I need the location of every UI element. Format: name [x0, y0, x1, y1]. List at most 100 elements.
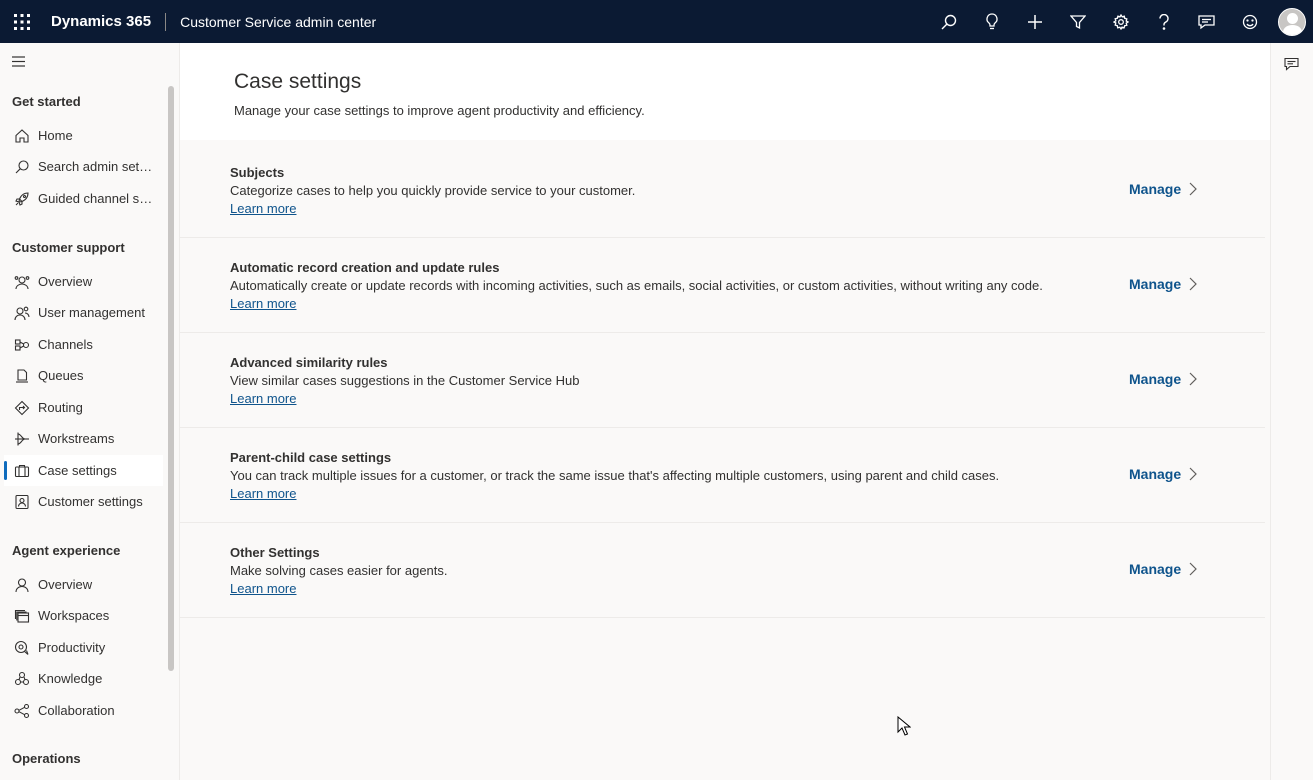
- sidebar-item-collaboration[interactable]: Collaboration: [4, 695, 163, 726]
- setting-title: Other Settings: [230, 545, 320, 560]
- chevron-right-icon: [1189, 467, 1197, 481]
- search-button[interactable]: [927, 0, 970, 43]
- brand-name[interactable]: Dynamics 365: [51, 13, 151, 30]
- waffle-icon: [13, 13, 30, 30]
- person-icon: [4, 577, 38, 593]
- manage-button[interactable]: Manage: [1129, 466, 1197, 482]
- new-button[interactable]: [1013, 0, 1056, 43]
- sidebar-item-label: Overview: [38, 274, 93, 289]
- sidebar-item-label: Search admin setti...: [38, 159, 153, 174]
- setting-row-automatic-record-creation: Automatic record creation and update rul…: [180, 238, 1265, 333]
- manage-button[interactable]: Manage: [1129, 276, 1197, 292]
- users-icon: [4, 305, 38, 321]
- setting-description: View similar cases suggestions in the Cu…: [230, 373, 580, 388]
- plus-icon: [1027, 14, 1042, 29]
- sidebar-item-label: Routing: [38, 400, 83, 415]
- sidebar-item-label: Workspaces: [38, 608, 110, 623]
- page-title: Case settings: [234, 70, 362, 93]
- learn-more-link[interactable]: Learn more: [230, 391, 296, 406]
- manage-button[interactable]: Manage: [1129, 561, 1197, 577]
- search-icon: [4, 159, 38, 175]
- sidebar-item-home[interactable]: Home: [4, 120, 163, 151]
- manage-label: Manage: [1129, 466, 1182, 482]
- setting-description: Make solving cases easier for agents.: [230, 563, 448, 578]
- sidebar-item-knowledge[interactable]: Knowledge: [4, 663, 163, 694]
- chat-icon: [1198, 14, 1215, 29]
- help-button[interactable]: [1142, 0, 1185, 43]
- home-icon: [4, 128, 38, 144]
- sidebar-item-label: Home: [38, 128, 73, 143]
- sidebar-item-label: Case settings: [38, 463, 117, 478]
- queue-icon: [4, 368, 38, 384]
- feedback-button[interactable]: [1228, 0, 1271, 43]
- sidebar-item-label: Collaboration: [38, 703, 115, 718]
- sidebar-item-channels[interactable]: Channels: [4, 329, 163, 360]
- learn-more-link[interactable]: Learn more: [230, 296, 296, 311]
- chat-button[interactable]: [1185, 0, 1228, 43]
- filter-button[interactable]: [1056, 0, 1099, 43]
- sidebar-item-workspaces[interactable]: Workspaces: [4, 600, 163, 631]
- channels-icon: [4, 337, 38, 353]
- sidebar-item-label: User management: [38, 305, 145, 320]
- setting-row-advanced-similarity: Advanced similarity rules View similar c…: [180, 333, 1265, 428]
- settings-button[interactable]: [1099, 0, 1142, 43]
- header-divider: [165, 12, 167, 31]
- manage-label: Manage: [1129, 561, 1182, 577]
- chevron-right-icon: [1189, 372, 1197, 386]
- setting-title: Subjects: [230, 165, 285, 180]
- setting-description: Categorize cases to help you quickly pro…: [230, 183, 636, 198]
- sidebar-item-label: Workstreams: [38, 431, 115, 446]
- sidebar-item-agent-overview[interactable]: Overview: [4, 569, 163, 600]
- sidebar-item-productivity[interactable]: Productivity: [4, 632, 163, 663]
- nav-group-customer-support: Customer support: [12, 240, 125, 255]
- sidebar-item-case-settings[interactable]: Case settings: [4, 455, 163, 486]
- setting-description: Automatically create or update records w…: [230, 278, 1043, 293]
- overview-icon: [4, 274, 38, 290]
- app-name[interactable]: Customer Service admin center: [180, 14, 376, 30]
- learn-more-link[interactable]: Learn more: [230, 201, 296, 216]
- setting-description: You can track multiple issues for a cust…: [230, 468, 1000, 483]
- chevron-right-icon: [1189, 277, 1197, 291]
- chat-icon: [1284, 57, 1299, 71]
- sidebar: Get started Home Search admin setti... G…: [0, 43, 180, 780]
- sidebar-item-workstreams[interactable]: Workstreams: [4, 423, 163, 454]
- manage-label: Manage: [1129, 181, 1182, 197]
- lightbulb-icon: [985, 13, 998, 30]
- setting-row-other-settings: Other Settings Make solving cases easier…: [180, 523, 1265, 618]
- setting-title: Advanced similarity rules: [230, 355, 388, 370]
- header-actions: [927, 0, 1313, 43]
- setting-row-parent-child: Parent-child case settings You can track…: [180, 428, 1265, 523]
- top-bar: Dynamics 365 Customer Service admin cent…: [0, 0, 1313, 43]
- conversation-pane-button[interactable]: [1284, 57, 1299, 76]
- sidebar-scrollbar[interactable]: [168, 86, 174, 671]
- sidebar-item-overview[interactable]: Overview: [4, 266, 163, 297]
- page-header: Case settings Manage your case settings …: [180, 43, 1270, 140]
- sidebar-item-search-admin-settings[interactable]: Search admin setti...: [4, 151, 163, 182]
- right-side-pane: [1270, 43, 1313, 780]
- page-subtitle: Manage your case settings to improve age…: [234, 103, 645, 118]
- sidebar-item-label: Queues: [38, 368, 84, 383]
- sidebar-item-user-management[interactable]: User management: [4, 297, 163, 328]
- manage-label: Manage: [1129, 371, 1182, 387]
- routing-icon: [4, 400, 38, 416]
- collapse-nav-button[interactable]: [10, 53, 30, 73]
- nav-group-operations: Operations: [12, 751, 81, 766]
- sidebar-item-guided-channel-setup[interactable]: Guided channel se...: [4, 183, 163, 214]
- manage-button[interactable]: Manage: [1129, 371, 1197, 387]
- collaboration-icon: [4, 703, 38, 719]
- gear-icon: [1112, 13, 1129, 30]
- sidebar-item-customer-settings[interactable]: Customer settings: [4, 486, 163, 517]
- workspaces-icon: [4, 608, 38, 624]
- avatar[interactable]: [1278, 7, 1306, 36]
- app-launcher-button[interactable]: [0, 0, 43, 43]
- sidebar-item-routing[interactable]: Routing: [4, 392, 163, 423]
- case-icon: [4, 463, 38, 479]
- setting-title: Automatic record creation and update rul…: [230, 260, 500, 275]
- sidebar-item-label: Productivity: [38, 640, 106, 655]
- manage-label: Manage: [1129, 276, 1182, 292]
- sidebar-item-queues[interactable]: Queues: [4, 360, 163, 391]
- lightbulb-button[interactable]: [970, 0, 1013, 43]
- learn-more-link[interactable]: Learn more: [230, 581, 296, 596]
- manage-button[interactable]: Manage: [1129, 181, 1197, 197]
- learn-more-link[interactable]: Learn more: [230, 486, 296, 501]
